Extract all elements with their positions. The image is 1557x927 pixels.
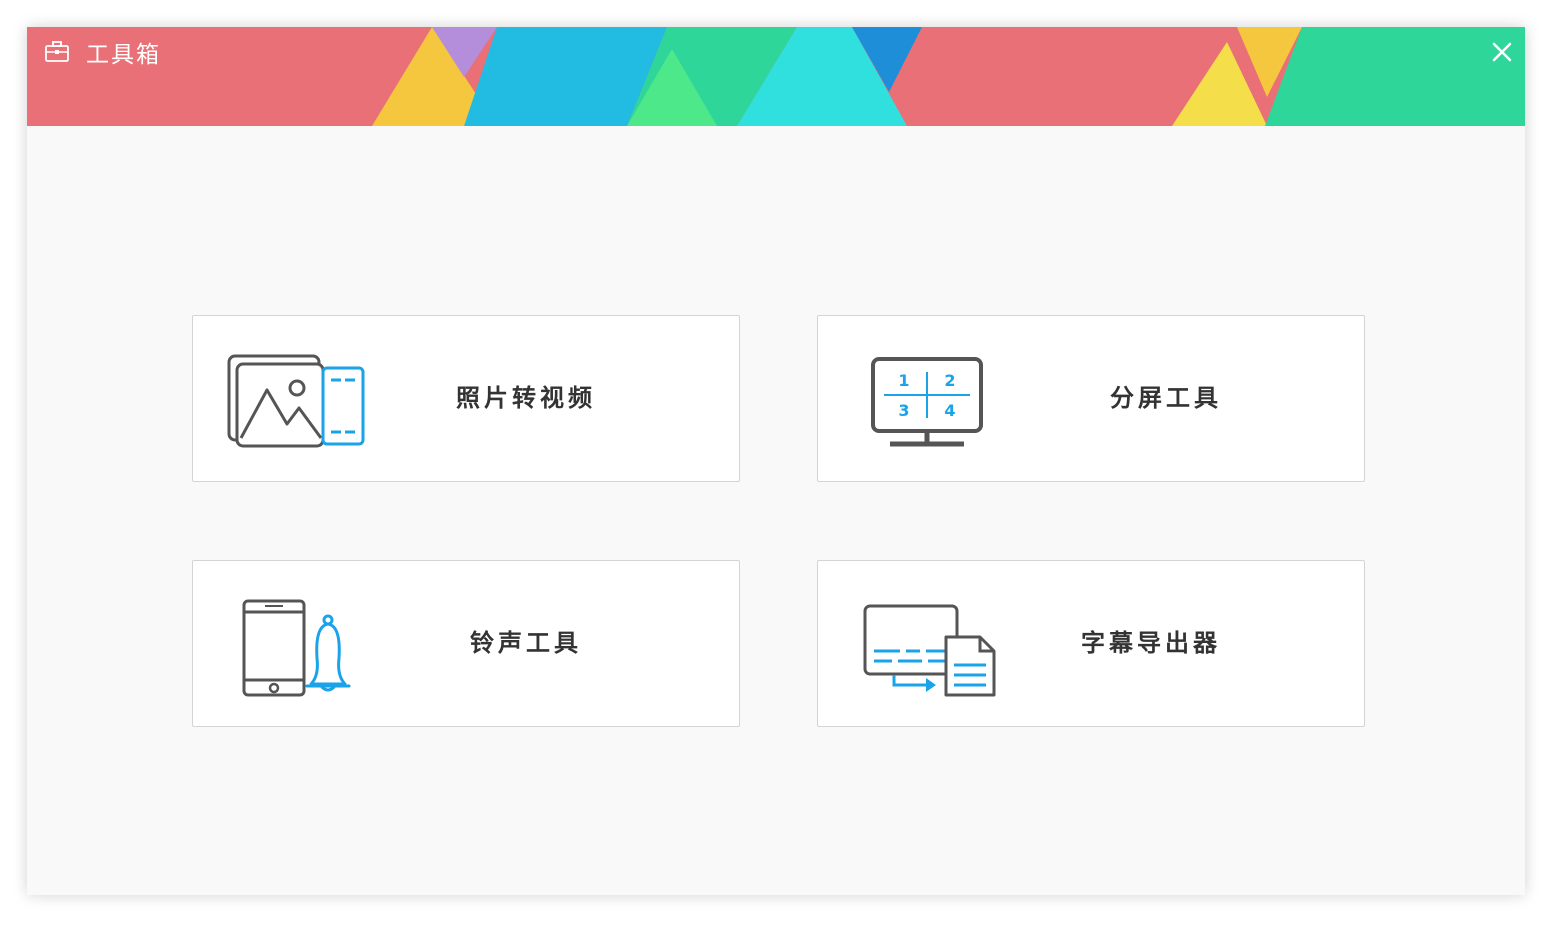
split-screen-icon: 1 2 3 4 [871,357,983,447]
photo-to-video-icon [227,354,365,448]
screen-number-3: 3 [898,401,909,420]
toolbox-window: 工具箱 照片转视频 1 2 3 4 分屏工具 铃声工具 字幕导出器 [27,27,1525,895]
toolbox-icon [45,41,69,62]
screen-number-2: 2 [944,371,955,390]
subtitle-export-button[interactable]: 字幕导出器 [817,560,1365,727]
subtitle-export-label: 字幕导出器 [1081,629,1221,657]
title-bar[interactable]: 工具箱 [27,27,1525,126]
ringtone-icon [242,599,351,697]
banner-background [27,27,1525,126]
ringtone-label: 铃声工具 [470,629,582,657]
close-icon[interactable] [1489,39,1515,65]
screen-number-1: 1 [898,371,909,390]
split-screen-button[interactable]: 1 2 3 4 分屏工具 [817,315,1365,482]
title-group: 工具箱 [44,37,161,68]
window-title: 工具箱 [86,42,161,68]
photo-to-video-label: 照片转视频 [456,384,596,412]
ringtone-button[interactable]: 铃声工具 [192,560,740,727]
subtitle-export-icon [863,604,996,697]
photo-to-video-button[interactable]: 照片转视频 [192,315,740,482]
split-screen-label: 分屏工具 [1110,384,1222,412]
screen-number-4: 4 [944,401,955,420]
